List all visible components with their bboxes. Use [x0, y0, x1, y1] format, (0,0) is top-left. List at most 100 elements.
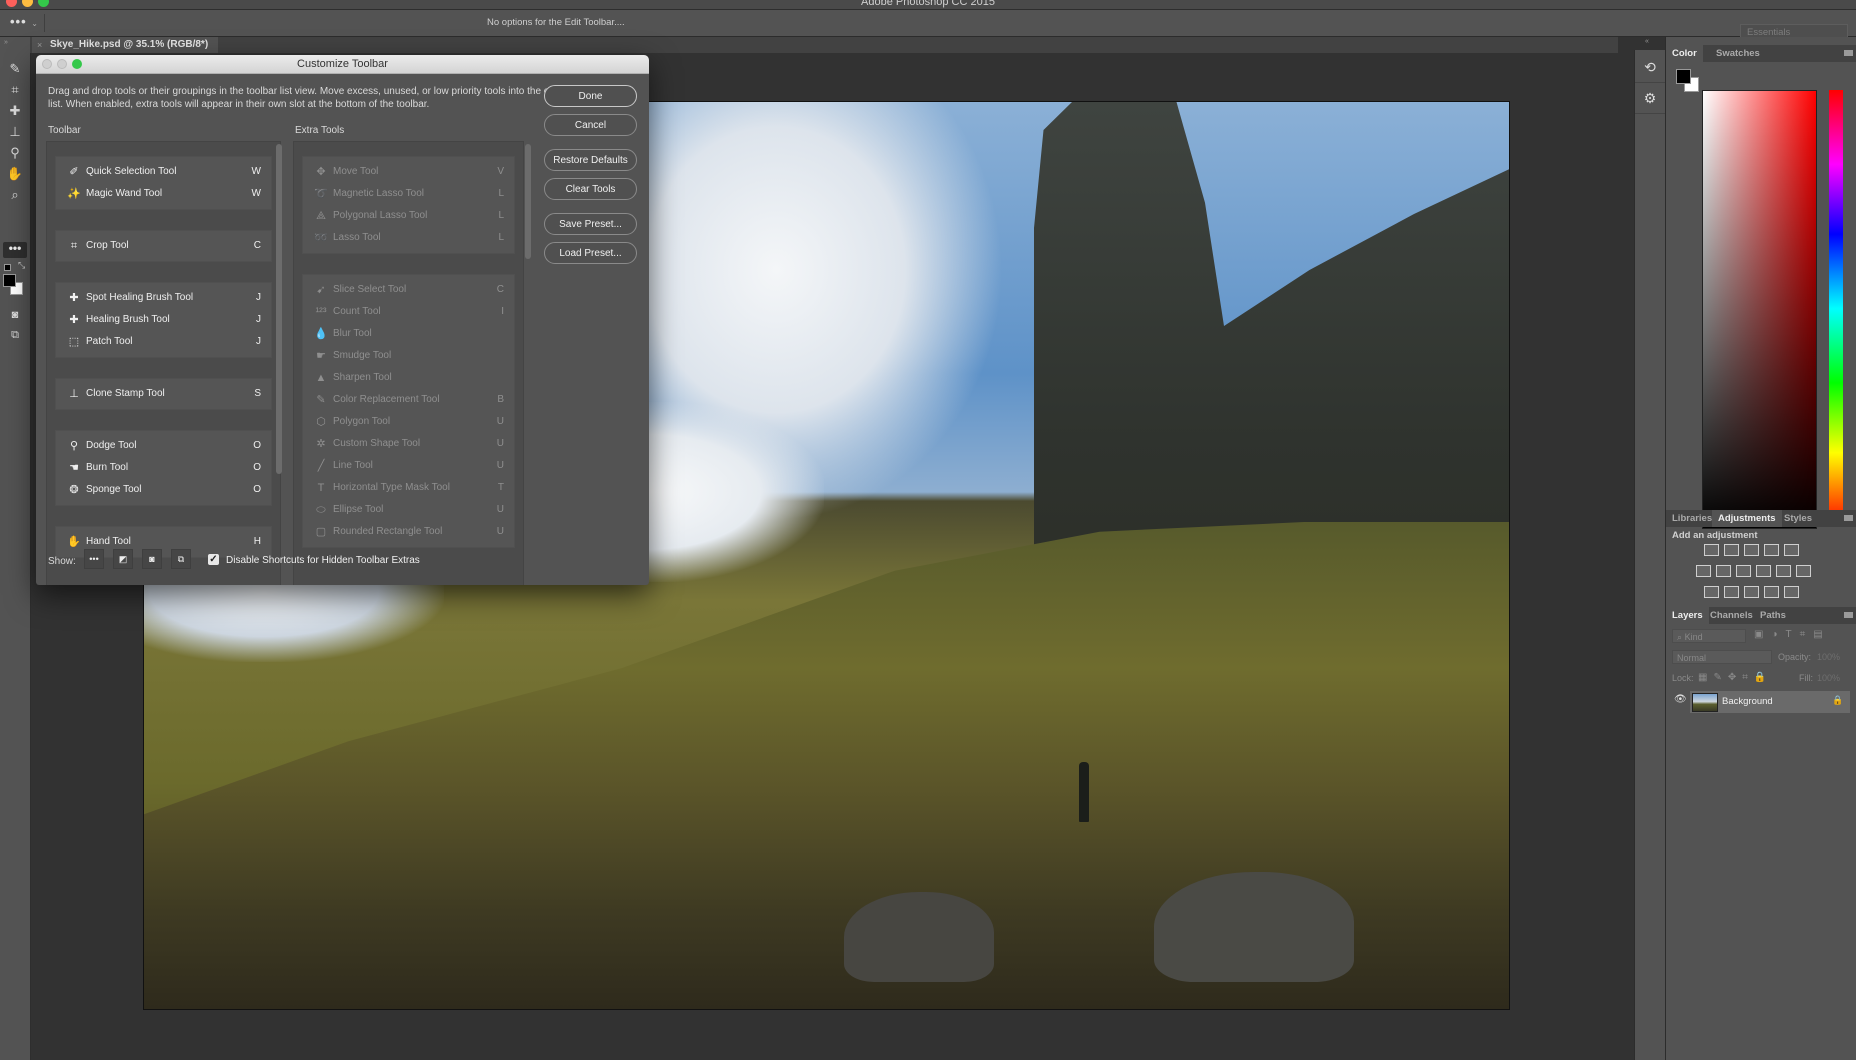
- tool-item[interactable]: ☛ Smudge Tool: [303, 345, 514, 367]
- close-tab-icon[interactable]: ×: [37, 37, 42, 53]
- default-colors-icon[interactable]: [4, 264, 11, 271]
- tab-swatches[interactable]: Swatches: [1710, 45, 1766, 62]
- tool-preset-picker[interactable]: ••• ⌄: [10, 14, 45, 32]
- quick-selection-icon[interactable]: ✎: [0, 59, 30, 79]
- color-saturation-field[interactable]: [1702, 90, 1817, 529]
- quick-mask-icon[interactable]: ◙: [0, 305, 30, 325]
- tool-item[interactable]: ⬡ Polygon Tool U: [303, 411, 514, 433]
- tab-channels[interactable]: Channels: [1704, 607, 1759, 624]
- zoom-icon[interactable]: ⌕: [0, 185, 30, 205]
- tool-item[interactable]: ✨ Magic Wand Tool W: [56, 183, 271, 205]
- crop-icon[interactable]: ⌗: [0, 80, 30, 100]
- panel-menu-icon[interactable]: [1844, 612, 1853, 618]
- disable-shortcuts-checkbox[interactable]: ✓: [208, 554, 219, 565]
- tab-color[interactable]: Color: [1666, 45, 1703, 62]
- tool-item[interactable]: ▢ Rounded Rectangle Tool U: [303, 521, 514, 543]
- color-lookup-icon[interactable]: [1796, 565, 1811, 577]
- toolbar-extras-button[interactable]: •••: [3, 242, 27, 258]
- tool-item[interactable]: ⚲ Dodge Tool O: [56, 435, 271, 457]
- collapse-toolbar-icon[interactable]: »: [4, 39, 8, 46]
- tool-item[interactable]: ⌗ Crop Tool C: [56, 235, 271, 257]
- lock-icons[interactable]: ▦✎✥⌗🔒: [1698, 672, 1772, 683]
- tool-item[interactable]: ❂ Sponge Tool O: [56, 479, 271, 501]
- tool-item[interactable]: ⟁ Polygonal Lasso Tool L: [303, 205, 514, 227]
- channel-mixer-icon[interactable]: [1776, 565, 1791, 577]
- selective-color-icon[interactable]: [1764, 586, 1779, 598]
- tool-item[interactable]: ▲ Sharpen Tool: [303, 367, 514, 389]
- cancel-button[interactable]: Cancel: [544, 114, 637, 136]
- panel-menu-icon[interactable]: [1844, 515, 1853, 521]
- panel-menu-icon[interactable]: [1844, 50, 1853, 56]
- black-white-icon[interactable]: [1736, 565, 1751, 577]
- tool-item[interactable]: ➿ Lasso Tool L: [303, 227, 514, 249]
- show-extras-toggle[interactable]: •••: [84, 549, 104, 569]
- tab-paths[interactable]: Paths: [1754, 607, 1792, 624]
- extra-tools-list[interactable]: ✥ Move Tool V ➰ Magnetic Lasso Tool L ⟁ Polygon…: [293, 141, 524, 585]
- tool-group[interactable]: ✐ Quick Selection Tool W ✨ Magic Wand Tool W: [55, 156, 272, 210]
- collapse-dock-icon[interactable]: «: [1645, 38, 1649, 45]
- tool-item[interactable]: ⬭ Ellipse Tool U: [303, 499, 514, 521]
- show-screen-mode-toggle[interactable]: ⧉: [171, 549, 191, 569]
- tool-group[interactable]: ⊥ Clone Stamp Tool S: [55, 378, 272, 410]
- posterize-icon[interactable]: [1724, 586, 1739, 598]
- gradient-map-icon[interactable]: [1784, 586, 1799, 598]
- disable-shortcuts-label[interactable]: Disable Shortcuts for Hidden Toolbar Ext…: [226, 555, 420, 566]
- tab-libraries[interactable]: Libraries: [1666, 510, 1718, 527]
- tool-item[interactable]: ✲ Custom Shape Tool U: [303, 433, 514, 455]
- tool-item[interactable]: ✚ Healing Brush Tool J: [56, 309, 271, 331]
- toolbar-list[interactable]: ✐ Quick Selection Tool W ✨ Magic Wand Tool W ⌗…: [46, 141, 281, 585]
- tool-item[interactable]: ⊥ Clone Stamp Tool S: [56, 383, 271, 405]
- tab-adjustments[interactable]: Adjustments: [1712, 510, 1782, 527]
- tool-item[interactable]: ✐ Quick Selection Tool W: [56, 161, 271, 183]
- color-balance-icon[interactable]: [1716, 565, 1731, 577]
- blend-mode-select[interactable]: Normal: [1672, 650, 1772, 664]
- clear-tools-button[interactable]: Clear Tools: [544, 178, 637, 200]
- tool-item[interactable]: ✚ Spot Healing Brush Tool J: [56, 287, 271, 309]
- save-preset-button[interactable]: Save Preset...: [544, 213, 637, 235]
- history-icon[interactable]: ⟲: [1635, 52, 1665, 83]
- tool-item[interactable]: ¹²³ Count Tool I: [303, 301, 514, 323]
- visibility-eye-icon[interactable]: 👁: [1674, 694, 1687, 705]
- tool-group[interactable]: ✥ Move Tool V ➰ Magnetic Lasso Tool L ⟁ Polygon…: [302, 156, 515, 254]
- threshold-icon[interactable]: [1744, 586, 1759, 598]
- foreground-color-swatch[interactable]: [3, 274, 16, 287]
- tool-group[interactable]: ➹ Slice Select Tool C ¹²³ Count Tool I 💧 Blur T…: [302, 274, 515, 548]
- curves-icon[interactable]: [1744, 544, 1759, 556]
- tool-group[interactable]: ✚ Spot Healing Brush Tool J ✚ Healing Brush …: [55, 282, 272, 358]
- spot-healing-icon[interactable]: ✚: [0, 101, 30, 121]
- properties-icon[interactable]: ⚙: [1635, 83, 1665, 114]
- levels-icon[interactable]: [1724, 544, 1739, 556]
- opacity-field[interactable]: 100%: [1817, 650, 1853, 664]
- extra-list-scrollbar[interactable]: [525, 144, 531, 259]
- photo-filter-icon[interactable]: [1756, 565, 1771, 577]
- dialog-title-bar[interactable]: Customize Toolbar: [36, 55, 649, 74]
- tool-item[interactable]: ✎ Color Replacement Tool B: [303, 389, 514, 411]
- done-button[interactable]: Done: [544, 85, 637, 107]
- document-tab[interactable]: × Skye_Hike.psd @ 35.1% (RGB/8*): [32, 37, 219, 53]
- exposure-icon[interactable]: [1764, 544, 1779, 556]
- tool-item[interactable]: ⬚ Patch Tool J: [56, 331, 271, 353]
- load-preset-button[interactable]: Load Preset...: [544, 242, 637, 264]
- foreground-color-swatch[interactable]: [1676, 69, 1691, 84]
- layer-filter-select[interactable]: ⌕ Kind: [1672, 629, 1746, 643]
- hue-slider[interactable]: [1829, 90, 1843, 527]
- screen-mode-icon[interactable]: ⧉: [0, 325, 30, 345]
- clone-stamp-icon[interactable]: ⊥: [0, 122, 30, 142]
- show-quick-mask-toggle[interactable]: ◙: [142, 549, 162, 569]
- tool-item[interactable]: T Horizontal Type Mask Tool T: [303, 477, 514, 499]
- tool-group[interactable]: ⌗ Crop Tool C: [55, 230, 272, 262]
- swap-colors-icon[interactable]: ⤡: [18, 260, 25, 271]
- layer-filter-icons[interactable]: ▣◑T⌗▤: [1754, 629, 1831, 640]
- hand-icon[interactable]: ✋: [0, 164, 30, 184]
- brightness-contrast-icon[interactable]: [1704, 544, 1719, 556]
- restore-defaults-button[interactable]: Restore Defaults: [544, 149, 637, 171]
- vibrance-icon[interactable]: [1696, 565, 1711, 577]
- toolbar-list-scrollbar[interactable]: [276, 144, 282, 474]
- tool-item[interactable]: 💧 Blur Tool: [303, 323, 514, 345]
- gradient-triangle-icon[interactable]: [1784, 544, 1799, 556]
- layer-row[interactable]: Background 🔒: [1690, 691, 1850, 713]
- tool-item[interactable]: ╱ Line Tool U: [303, 455, 514, 477]
- tool-group[interactable]: ⚲ Dodge Tool O ☚ Burn Tool O ❂ Sponge Tool O: [55, 430, 272, 506]
- tool-item[interactable]: ➰ Magnetic Lasso Tool L: [303, 183, 514, 205]
- tab-styles[interactable]: Styles: [1778, 510, 1818, 527]
